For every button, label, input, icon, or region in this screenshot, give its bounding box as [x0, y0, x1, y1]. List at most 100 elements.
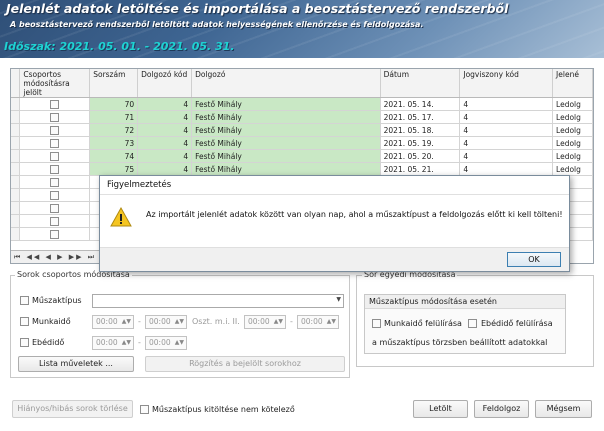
row-indicator[interactable]	[11, 227, 21, 241]
row-indicator[interactable]	[11, 110, 21, 124]
cell-jogviszony[interactable]: 4	[459, 123, 554, 137]
row-mark-checkbox[interactable]	[50, 125, 60, 135]
munkaido-checkbox[interactable]	[20, 317, 29, 326]
oszt-to-input[interactable]: 00:00 ▲▼	[297, 315, 339, 329]
cell-kod[interactable]: 4	[137, 149, 193, 163]
row-mark-checkbox[interactable]	[50, 164, 60, 174]
table-row[interactable]: 73 4 Festő Mihály 2021. 05. 19. 4 Ledolg	[11, 136, 593, 150]
col-header-jogviszony[interactable]: Jogviszony kód	[459, 69, 554, 98]
row-indicator[interactable]	[11, 175, 21, 189]
delete-invalid-rows-button[interactable]: Hiányos/hibás sorok törlése	[12, 400, 133, 418]
cell-sorszam[interactable]: 74	[89, 149, 139, 163]
row-mark-checkbox-cell[interactable]	[19, 214, 91, 228]
row-indicator[interactable]	[11, 97, 21, 111]
row-mark-checkbox-cell[interactable]	[19, 123, 91, 137]
shift-type-optional-checkbox[interactable]	[140, 405, 149, 414]
cell-dolgozo[interactable]: Festő Mihály	[191, 149, 381, 163]
cell-kod[interactable]: 4	[137, 97, 193, 111]
cell-kod[interactable]: 4	[137, 136, 193, 150]
col-header-mark[interactable]: Csoportos módosításra jelölt	[19, 69, 91, 98]
feldolgoz-button[interactable]: Feldolgoz	[474, 400, 529, 418]
table-row[interactable]: 70 4 Festő Mihály 2021. 05. 14. 4 Ledolg	[11, 97, 593, 111]
row-mark-checkbox-cell[interactable]	[19, 136, 91, 150]
col-header-sorszam[interactable]: Sorszám	[89, 69, 139, 98]
letolt-button[interactable]: Letölt	[413, 400, 468, 418]
cell-dolgozo[interactable]: Festő Mihály	[191, 162, 381, 176]
cell-jelenlet[interactable]: Ledolg	[552, 162, 593, 176]
cell-kod[interactable]: 4	[137, 162, 193, 176]
cell-datum[interactable]: 2021. 05. 17.	[380, 110, 461, 124]
row-mark-checkbox-cell[interactable]	[19, 162, 91, 176]
row-indicator[interactable]	[11, 136, 21, 150]
cell-sorszam[interactable]: 70	[89, 97, 139, 111]
row-mark-checkbox[interactable]	[50, 190, 60, 200]
row-mark-checkbox[interactable]	[50, 216, 60, 226]
row-mark-checkbox[interactable]	[50, 138, 60, 148]
col-header-dolgozo[interactable]: Dolgozó	[191, 69, 381, 98]
cell-kod[interactable]: 4	[137, 123, 193, 137]
cell-dolgozo[interactable]: Festő Mihály	[191, 110, 381, 124]
row-mark-checkbox[interactable]	[50, 151, 60, 161]
muszaktipus-checkbox[interactable]	[20, 296, 29, 305]
cell-jogviszony[interactable]: 4	[459, 149, 554, 163]
lista-muveletek-button[interactable]: Lista műveletek ...	[18, 356, 134, 372]
row-indicator[interactable]	[11, 188, 21, 202]
cell-datum[interactable]: 2021. 05. 19.	[380, 136, 461, 150]
row-mark-checkbox[interactable]	[50, 177, 60, 187]
cell-jogviszony[interactable]: 4	[459, 97, 554, 111]
muszaktipus-select[interactable]: ▼	[92, 294, 344, 308]
row-indicator[interactable]	[11, 162, 21, 176]
cell-sorszam[interactable]: 75	[89, 162, 139, 176]
cell-datum[interactable]: 2021. 05. 14.	[380, 97, 461, 111]
grid-navigator[interactable]: ⏮ ◀◀ ◀ ▶ ▶▶ ⏭	[11, 250, 107, 263]
cell-jelenlet[interactable]: Ledolg	[552, 136, 593, 150]
cell-dolgozo[interactable]: Festő Mihály	[191, 136, 381, 150]
row-mark-checkbox[interactable]	[50, 203, 60, 213]
oszt-from-input[interactable]: 00:00 ▲▼	[244, 315, 286, 329]
cell-datum[interactable]: 2021. 05. 21.	[380, 162, 461, 176]
cell-dolgozo[interactable]: Festő Mihály	[191, 123, 381, 137]
ebedido-felulirasa-checkbox[interactable]	[468, 319, 477, 328]
col-header-kod[interactable]: Dolgozó kód	[137, 69, 193, 98]
row-mark-checkbox-cell[interactable]	[19, 110, 91, 124]
row-mark-checkbox-cell[interactable]	[19, 227, 91, 241]
cell-jelenlet[interactable]: Ledolg	[552, 97, 593, 111]
cell-kod[interactable]: 4	[137, 110, 193, 124]
munkaido-to-input[interactable]: 00:00 ▲▼	[145, 315, 187, 329]
cell-jelenlet[interactable]: Ledolg	[552, 110, 593, 124]
rogzites-button[interactable]: Rögzítés a bejelölt sorokhoz	[145, 356, 345, 372]
cell-jelenlet[interactable]: Ledolg	[552, 149, 593, 163]
ok-button[interactable]: OK	[507, 252, 561, 267]
munkaido-felulirasa-checkbox[interactable]	[372, 319, 381, 328]
ebedido-to-input[interactable]: 00:00 ▲▼	[145, 336, 187, 350]
cell-sorszam[interactable]: 72	[89, 123, 139, 137]
cell-jelenlet[interactable]: Ledolg	[552, 123, 593, 137]
row-mark-checkbox-cell[interactable]	[19, 175, 91, 189]
table-row[interactable]: 75 4 Festő Mihály 2021. 05. 21. 4 Ledolg	[11, 162, 593, 176]
row-mark-checkbox-cell[interactable]	[19, 201, 91, 215]
megsem-button[interactable]: Mégsem	[535, 400, 592, 418]
cell-jogviszony[interactable]: 4	[459, 162, 554, 176]
munkaido-from-input[interactable]: 00:00 ▲▼	[92, 315, 134, 329]
row-indicator[interactable]	[11, 214, 21, 228]
cell-datum[interactable]: 2021. 05. 18.	[380, 123, 461, 137]
ebedido-from-input[interactable]: 00:00 ▲▼	[92, 336, 134, 350]
row-mark-checkbox-cell[interactable]	[19, 97, 91, 111]
row-indicator[interactable]	[11, 123, 21, 137]
row-mark-checkbox[interactable]	[50, 112, 60, 122]
cell-sorszam[interactable]: 71	[89, 110, 139, 124]
table-row[interactable]: 72 4 Festő Mihály 2021. 05. 18. 4 Ledolg	[11, 123, 593, 137]
row-indicator[interactable]	[11, 201, 21, 215]
row-mark-checkbox[interactable]	[50, 99, 60, 109]
cell-datum[interactable]: 2021. 05. 20.	[380, 149, 461, 163]
table-row[interactable]: 71 4 Festő Mihály 2021. 05. 17. 4 Ledolg	[11, 110, 593, 124]
col-header-datum[interactable]: Dátum	[380, 69, 461, 98]
table-row[interactable]: 74 4 Festő Mihály 2021. 05. 20. 4 Ledolg	[11, 149, 593, 163]
cell-sorszam[interactable]: 73	[89, 136, 139, 150]
row-mark-checkbox-cell[interactable]	[19, 149, 91, 163]
cell-dolgozo[interactable]: Festő Mihály	[191, 97, 381, 111]
row-mark-checkbox-cell[interactable]	[19, 188, 91, 202]
row-mark-checkbox[interactable]	[50, 229, 60, 239]
col-header-jelenlet[interactable]: Jelené	[552, 69, 593, 98]
row-indicator[interactable]	[11, 149, 21, 163]
